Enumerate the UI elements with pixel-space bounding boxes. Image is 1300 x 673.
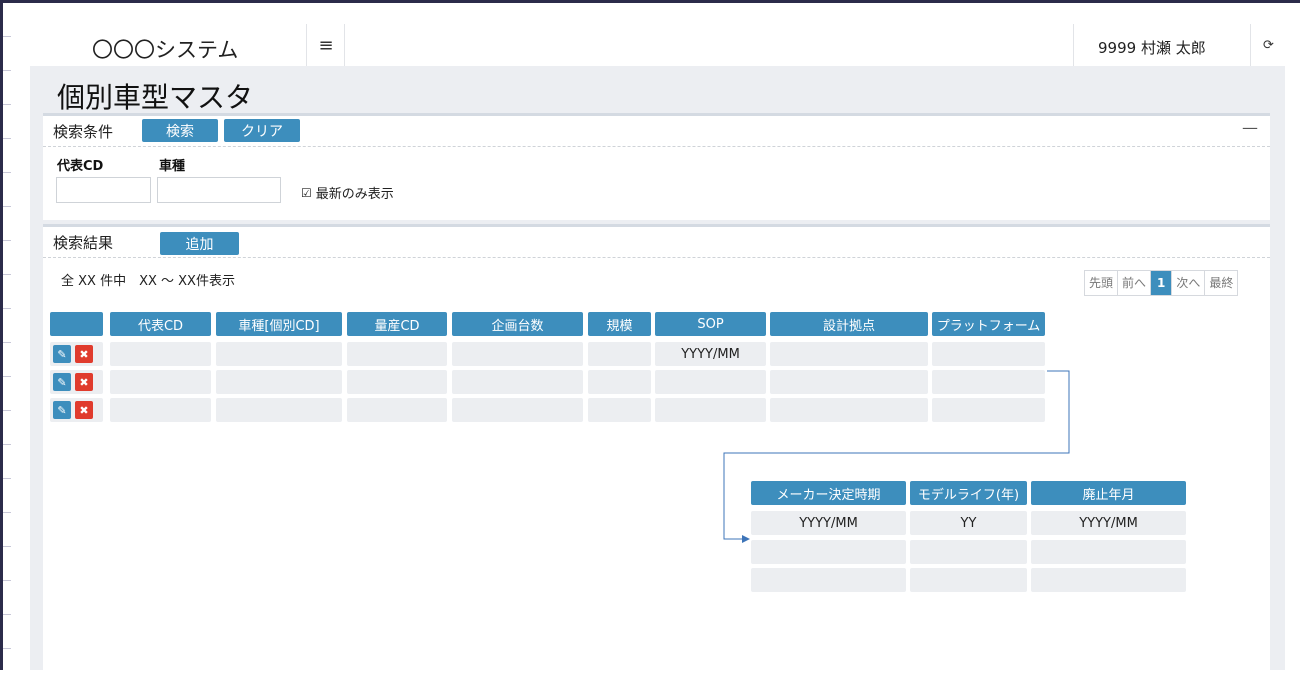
search-conditions-panel: 検索条件 検索 クリア — 代表CD 車種 ☑ 最新のみ表示 [43, 113, 1270, 220]
divider [1073, 24, 1074, 66]
hamburger-menu-icon[interactable]: ≡ [308, 24, 344, 66]
table-cell [110, 370, 211, 394]
divider [1250, 24, 1251, 66]
table-cell [770, 370, 928, 394]
delete-icon[interactable]: ✖ [75, 401, 93, 419]
table-cell [932, 342, 1045, 366]
column-header[interactable]: モデルライフ(年) [910, 481, 1027, 505]
table-cell [216, 398, 342, 422]
row-actions: ✎ ✖ [50, 370, 103, 394]
table-cell [655, 398, 766, 422]
column-header[interactable]: 廃止年月 [1031, 481, 1186, 505]
divider [306, 24, 307, 66]
search-button[interactable]: 検索 [142, 119, 218, 142]
table-cell [452, 370, 583, 394]
table-cell [216, 370, 342, 394]
edit-icon[interactable]: ✎ [53, 345, 71, 363]
checkbox-checked-icon[interactable]: ☑ [301, 186, 312, 200]
row-actions: ✎ ✖ [50, 398, 103, 422]
table-cell [588, 342, 651, 366]
table-cell: YY [910, 511, 1027, 535]
pager-next[interactable]: 次へ [1172, 271, 1206, 295]
column-header[interactable]: プラットフォーム [932, 312, 1045, 336]
row-actions: ✎ ✖ [50, 342, 103, 366]
delete-icon[interactable]: ✖ [75, 373, 93, 391]
column-header[interactable]: 車種[個別CD] [216, 312, 342, 336]
edit-icon[interactable]: ✎ [53, 373, 71, 391]
page-content: 個別車型マスタ 検索条件 検索 クリア — 代表CD 車種 ☑ 最新のみ表示 検… [30, 66, 1285, 673]
latest-only-checkbox[interactable]: ☑ 最新のみ表示 [301, 183, 394, 203]
column-header[interactable]: SOP [655, 312, 766, 336]
results-panel-header: 検索結果 追加 [43, 227, 1270, 258]
collapse-icon[interactable]: — [1242, 118, 1258, 137]
table-cell [655, 370, 766, 394]
table-cell [452, 398, 583, 422]
table-cell [347, 398, 447, 422]
table-cell [588, 398, 651, 422]
pager-current-page[interactable]: 1 [1151, 271, 1173, 295]
table-cell [751, 568, 906, 592]
ruler-strip [3, 3, 11, 670]
column-header[interactable]: 規模 [588, 312, 651, 336]
edit-icon[interactable]: ✎ [53, 401, 71, 419]
pager-first[interactable]: 先頭 [1085, 271, 1119, 295]
table-cell: YYYY/MM [655, 342, 766, 366]
column-header[interactable]: 量産CD [347, 312, 447, 336]
table-cell [452, 342, 583, 366]
column-header[interactable]: 設計拠点 [770, 312, 928, 336]
representative-cd-label: 代表CD [57, 159, 104, 174]
clear-button[interactable]: クリア [224, 119, 300, 142]
table-cell [110, 398, 211, 422]
pager-last[interactable]: 最終 [1205, 271, 1237, 295]
pager-prev[interactable]: 前へ [1118, 271, 1152, 295]
table-cell [751, 540, 906, 564]
table-cell [347, 342, 447, 366]
search-panel-label: 検索条件 [53, 123, 114, 141]
table-cell [216, 342, 342, 366]
table-cell [1031, 568, 1186, 592]
table-cell: YYYY/MM [751, 511, 906, 535]
column-header[interactable]: 代表CD [110, 312, 211, 336]
representative-cd-input[interactable] [56, 177, 151, 203]
search-results-panel: 検索結果 追加 全 XX 件中 XX ～ XX件表示 先頭 前へ 1 次へ 最終… [43, 224, 1270, 673]
search-panel-header: 検索条件 検索 クリア — [43, 116, 1270, 147]
column-header[interactable]: メーカー決定時期 [751, 481, 906, 505]
table-cell [932, 398, 1045, 422]
table-cell [347, 370, 447, 394]
page-title: 個別車型マスタ [57, 81, 254, 114]
table-cell [932, 370, 1045, 394]
pagination: 先頭 前へ 1 次へ 最終 [1084, 270, 1239, 296]
table-cell [770, 398, 928, 422]
window-border-top [0, 0, 1300, 3]
user-name[interactable]: 9999 村瀬 太郎 [1098, 37, 1206, 58]
table-cell [910, 540, 1027, 564]
table-cell [770, 342, 928, 366]
table-cell [110, 342, 211, 366]
delete-icon[interactable]: ✖ [75, 345, 93, 363]
top-navbar: 〇〇〇システム ≡ 9999 村瀬 太郎 ⟳ [30, 24, 1285, 66]
add-button[interactable]: 追加 [160, 232, 239, 255]
table-cell [910, 568, 1027, 592]
table-cell [588, 370, 651, 394]
table-cell: YYYY/MM [1031, 511, 1186, 535]
logout-icon[interactable]: ⟳ [1252, 24, 1285, 66]
table-cell [1031, 540, 1186, 564]
result-count-text: 全 XX 件中 XX ～ XX件表示 [61, 274, 235, 289]
results-panel-label: 検索結果 [53, 234, 114, 252]
column-header[interactable]: 企画台数 [452, 312, 583, 336]
divider [344, 24, 345, 66]
column-header[interactable] [50, 312, 103, 336]
latest-only-label: 最新のみ表示 [315, 187, 394, 202]
vehicle-type-input[interactable] [157, 177, 281, 203]
app-title: 〇〇〇システム [92, 38, 239, 62]
vehicle-type-label: 車種 [159, 159, 186, 174]
